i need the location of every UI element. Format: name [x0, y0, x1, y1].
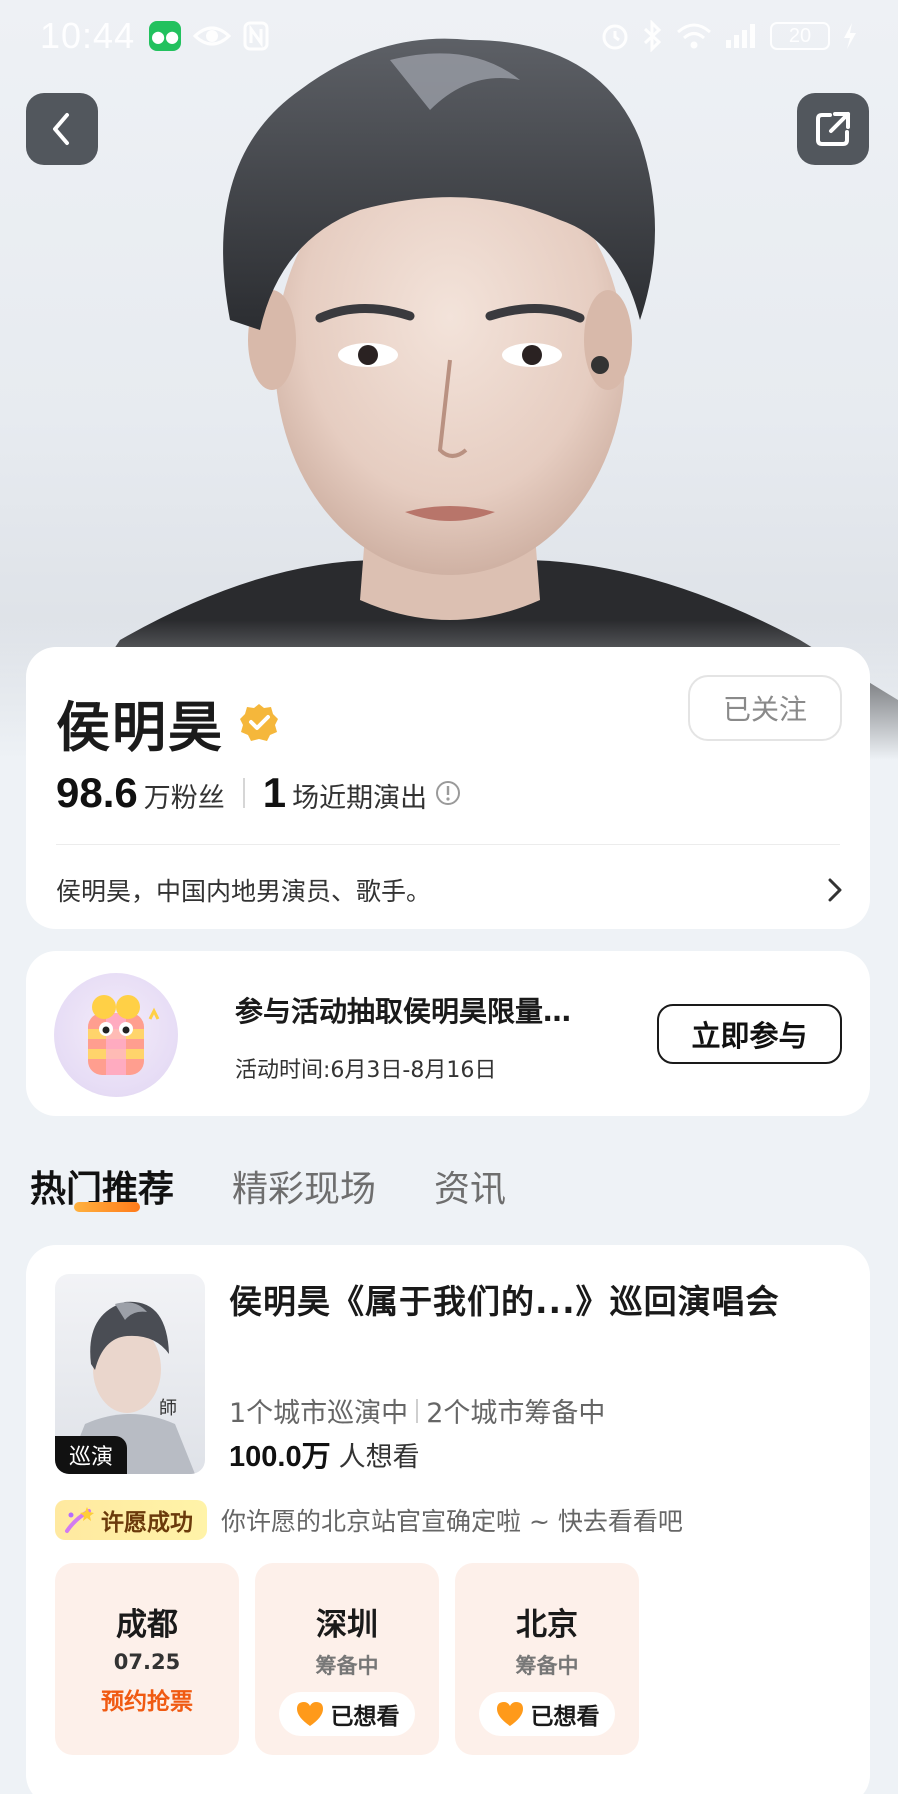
gift-mascot-icon — [88, 995, 160, 1075]
nfc-icon — [243, 21, 269, 51]
artist-name: 侯明昊 — [56, 696, 224, 759]
city-name: 深圳 — [316, 1607, 378, 1643]
city-date: 07.25 — [113, 1650, 181, 1674]
share-button[interactable] — [797, 93, 869, 165]
battery-indicator: 20 — [770, 22, 830, 50]
profile-card: 侯明昊 已关注 98.6 万粉丝 1 场近期演出 侯明昊，中国内地男演员、歌手。 — [26, 647, 870, 929]
tab-hot-recommend[interactable]: 热门推荐 — [30, 1160, 174, 1212]
tab-news[interactable]: 资讯 — [434, 1160, 506, 1212]
stats-divider — [242, 778, 245, 808]
wish-success-badge: 许愿成功 — [55, 1500, 207, 1540]
wish-row[interactable]: 许愿成功 你许愿的北京站官宣确定啦 ~ 快去看看吧 — [55, 1500, 683, 1540]
alarm-icon — [602, 24, 628, 50]
wanted-button[interactable]: 已想看 — [279, 1692, 415, 1736]
tab-active-indicator — [74, 1202, 140, 1212]
concert-tour-card[interactable]: 師 巡演 侯明昊《属于我们的...》巡回演唱会 1个城市巡演中 2个城市筹备中 … — [26, 1245, 870, 1794]
chevron-right-icon — [828, 878, 842, 902]
fans-label: 万粉丝 — [143, 783, 225, 814]
tour-poster[interactable]: 師 巡演 — [55, 1274, 205, 1474]
card-divider — [56, 844, 840, 845]
wish-badge-label: 许愿成功 — [101, 1510, 193, 1536]
reserve-ticket-link[interactable]: 预约抢票 — [101, 1682, 193, 1716]
bluetooth-icon — [643, 20, 662, 52]
event-want-count: 100.0万 人想看 — [229, 1433, 420, 1475]
wish-message: 你许愿的北京站官宣确定啦 ~ 快去看看吧 — [221, 1507, 683, 1536]
want-number: 100.0万 — [229, 1441, 331, 1473]
follow-button[interactable]: 已关注 — [688, 675, 842, 741]
wifi-icon — [677, 23, 711, 49]
touring-cities: 1个城市巡演中 — [229, 1398, 409, 1429]
city-name: 成都 — [116, 1607, 178, 1643]
city-separator — [416, 1398, 419, 1423]
verified-badge-icon — [240, 703, 278, 741]
city-card-beijing[interactable]: 北京 筹备中 已想看 — [455, 1563, 639, 1755]
bio-row[interactable]: 侯明昊，中国内地男演员、歌手。 — [56, 872, 844, 908]
heart-icon — [496, 1702, 523, 1726]
share-icon — [816, 112, 850, 146]
city-card-shenzhen[interactable]: 深圳 筹备中 已想看 — [255, 1563, 439, 1755]
eye-icon — [193, 26, 232, 46]
content-tabs: 热门推荐 精彩现场 资讯 — [30, 1160, 506, 1212]
wanted-label: 已想看 — [330, 1704, 400, 1730]
preparing-cities: 2个城市筹备中 — [426, 1398, 606, 1429]
back-button[interactable] — [26, 93, 98, 165]
wanted-button[interactable]: 已想看 — [479, 1692, 615, 1736]
tab-label: 精彩现场 — [232, 1169, 377, 1210]
stats-row: 98.6 万粉丝 1 场近期演出 — [56, 769, 461, 817]
city-status: 筹备中 — [315, 1654, 379, 1678]
tab-label: 资讯 — [434, 1169, 507, 1210]
status-bar: 10:44 ●● 20 — [0, 0, 898, 72]
charging-icon — [844, 23, 856, 49]
city-name: 北京 — [516, 1607, 578, 1643]
info-icon[interactable] — [435, 780, 461, 806]
back-chevron-icon — [53, 113, 69, 145]
city-status: 筹备中 — [515, 1654, 579, 1678]
signal-icon — [726, 24, 755, 48]
bio-text: 侯明昊，中国内地男演员、歌手。 — [56, 877, 432, 906]
shows-label: 场近期演出 — [292, 783, 428, 814]
fans-count: 98.6 — [56, 769, 138, 816]
poster-tour-tag: 巡演 — [55, 1436, 127, 1474]
hero-banner — [0, 0, 898, 760]
status-time: 10:44 — [40, 15, 136, 56]
want-label: 人想看 — [338, 1442, 420, 1473]
promo-avatar — [54, 973, 178, 1097]
svg-text:師: 師 — [159, 1398, 177, 1419]
event-city-status: 1个城市巡演中 2个城市筹备中 — [229, 1391, 605, 1430]
shows-count: 1 — [262, 769, 287, 816]
promo-date: 活动时间:6月3日-8月16日 — [235, 1058, 497, 1083]
heart-icon — [296, 1702, 323, 1726]
wanted-label: 已想看 — [530, 1704, 600, 1730]
wish-star-icon — [65, 1507, 94, 1533]
promo-card[interactable]: 参与活动抽取侯明昊限量… 活动时间:6月3日-8月16日 立即参与 — [26, 951, 870, 1116]
tab-live-highlights[interactable]: 精彩现场 — [232, 1160, 376, 1212]
join-now-button[interactable]: 立即参与 — [657, 1004, 842, 1064]
promo-title: 参与活动抽取侯明昊限量… — [235, 995, 572, 1028]
wechat-icon: ●● — [149, 21, 182, 51]
event-title: 侯明昊《属于我们的...》巡回演唱会 — [229, 1282, 780, 1321]
city-card-chengdu[interactable]: 成都 07.25 预约抢票 — [55, 1563, 239, 1755]
